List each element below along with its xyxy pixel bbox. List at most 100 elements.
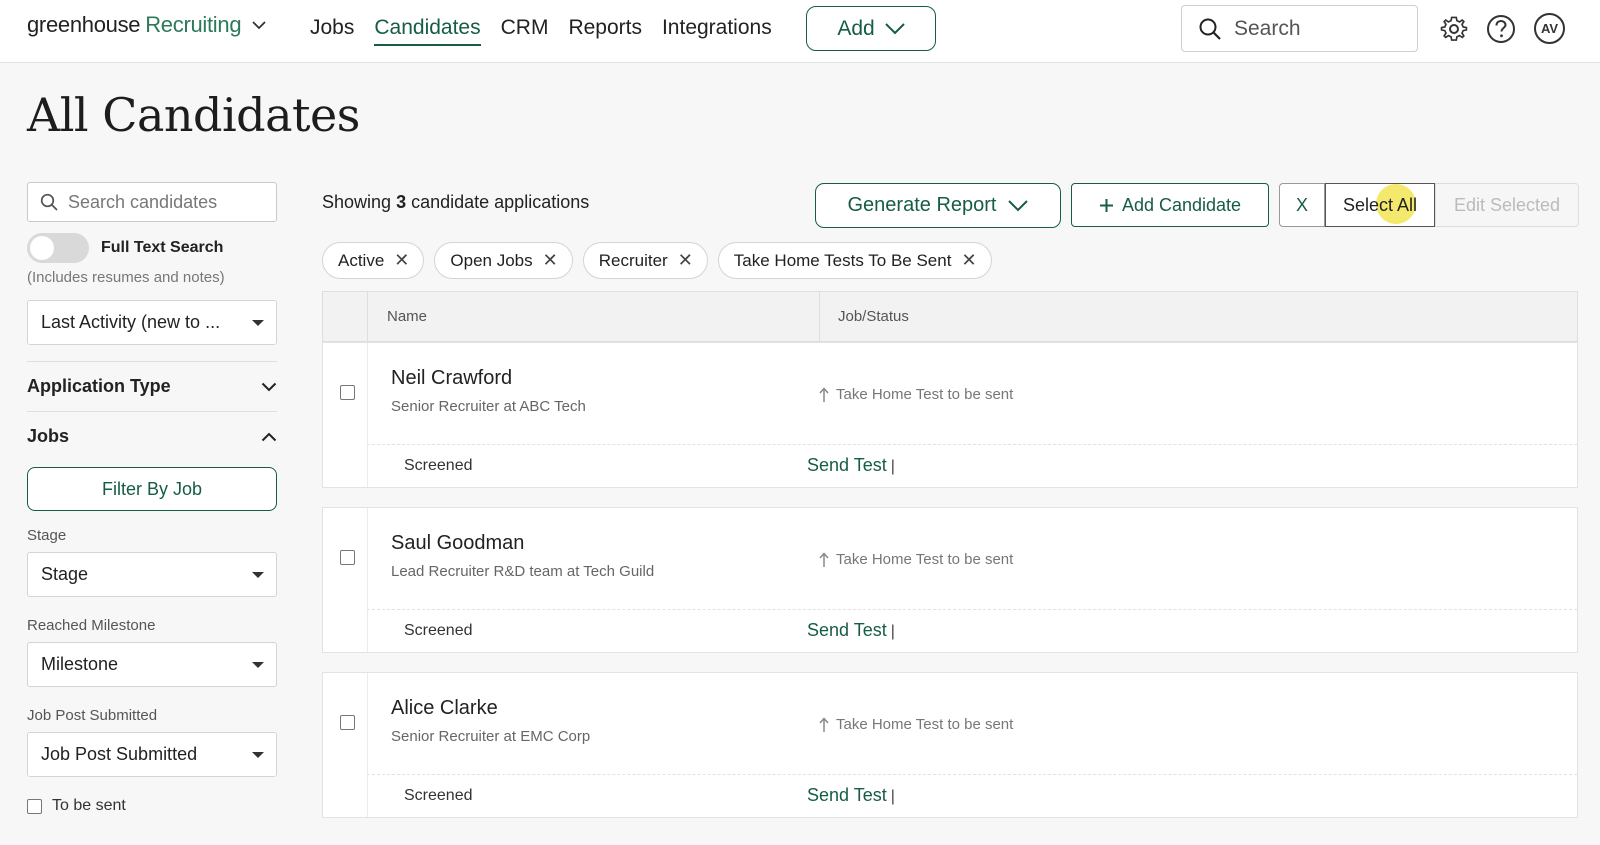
select-all-label: Select All	[1342, 194, 1418, 215]
job-post-select-value: Job Post Submitted	[41, 744, 198, 764]
stage-label: Stage	[27, 527, 67, 544]
app-logo[interactable]: greenhouse Recruiting	[27, 12, 267, 38]
nav-link-integrations[interactable]: Integrations	[662, 16, 772, 46]
candidate-search[interactable]	[27, 182, 277, 222]
select-all-button[interactable]: Select All	[1325, 183, 1435, 227]
showing-count: 3	[396, 192, 407, 212]
generate-report-button[interactable]: Generate Report	[815, 183, 1061, 228]
filter-chip: Open Jobs ✕	[434, 242, 573, 279]
send-test-link[interactable]: Send Test	[807, 455, 887, 475]
job-status: Take Home Test to be sent	[818, 716, 1013, 733]
candidate-title: Senior Recruiter at ABC Tech	[391, 398, 586, 415]
showing-prefix: Showing	[322, 192, 392, 212]
nav-link-jobs[interactable]: Jobs	[310, 16, 354, 46]
caret-down-icon	[252, 319, 264, 326]
close-icon[interactable]: ✕	[961, 250, 976, 271]
job-status-text: Take Home Test to be sent	[836, 386, 1014, 403]
toggle-knob	[30, 236, 54, 260]
add-candidate-label: Add Candidate	[1121, 194, 1242, 215]
filter-chip: Active ✕	[322, 242, 425, 279]
close-icon[interactable]: ✕	[543, 250, 558, 271]
nav-link-crm[interactable]: CRM	[501, 16, 549, 46]
candidate-card: Saul Goodman Lead Recruiter R&D team at …	[322, 507, 1578, 653]
nav-link-candidates[interactable]: Candidates	[374, 16, 481, 46]
divider	[367, 508, 368, 652]
column-header-name[interactable]: Name	[387, 308, 427, 325]
chevron-up-icon	[261, 432, 277, 441]
full-text-search-note: (Includes resumes and notes)	[27, 269, 225, 286]
clear-selection-button[interactable]: X	[1279, 183, 1325, 227]
to-be-sent-checkbox[interactable]	[27, 798, 42, 814]
top-nav: greenhouse Recruiting Jobs Candidates CR…	[0, 0, 1600, 63]
help-icon[interactable]	[1486, 14, 1516, 44]
logo-primary: greenhouse	[27, 12, 141, 37]
full-text-search-row: Full Text Search	[27, 233, 277, 263]
application-type-section[interactable]: Application Type	[27, 376, 277, 397]
milestone-select[interactable]: Milestone	[27, 642, 277, 687]
table-header: Name Job/Status	[322, 291, 1578, 342]
chip-label: Take Home Tests To Be Sent	[733, 250, 952, 270]
row-checkbox[interactable]	[340, 385, 355, 400]
chip-label: Recruiter	[598, 250, 668, 270]
candidate-card: Neil Crawford Senior Recruiter at ABC Te…	[322, 342, 1578, 488]
row-checkbox[interactable]	[340, 550, 355, 565]
candidate-name[interactable]: Neil Crawford	[391, 367, 512, 390]
chip-label: Active	[338, 250, 385, 270]
nav-link-reports[interactable]: Reports	[568, 16, 642, 46]
header-checkbox-cell	[323, 292, 368, 341]
candidate-search-input[interactable]	[68, 191, 268, 213]
full-text-search-toggle[interactable]	[27, 233, 89, 263]
arrow-up-icon	[819, 716, 829, 732]
jobs-section[interactable]: Jobs	[27, 426, 277, 447]
arrow-up-icon	[819, 551, 829, 567]
filter-by-job-button[interactable]: Filter By Job	[27, 467, 277, 511]
full-text-search-label: Full Text Search	[101, 239, 224, 256]
add-button-label: Add	[837, 16, 875, 40]
sort-select[interactable]: Last Activity (new to ...	[27, 300, 277, 345]
candidate-name[interactable]: Alice Clarke	[391, 697, 498, 720]
candidate-card: Alice Clarke Senior Recruiter at EMC Cor…	[322, 672, 1578, 818]
send-test-row: Send Test |	[807, 455, 895, 476]
milestone-label: Reached Milestone	[27, 617, 156, 634]
candidate-stage: Screened	[404, 787, 473, 804]
send-test-link[interactable]: Send Test	[807, 620, 887, 640]
row-checkbox[interactable]	[340, 715, 355, 730]
to-be-sent-row: To be sent	[27, 797, 277, 815]
avatar[interactable]: AV	[1534, 13, 1565, 44]
job-post-select[interactable]: Job Post Submitted	[27, 732, 277, 777]
chevron-down-icon	[884, 22, 905, 34]
chevron-down-icon[interactable]	[251, 17, 267, 33]
job-post-label: Job Post Submitted	[27, 707, 158, 724]
add-button[interactable]: Add	[806, 6, 936, 51]
divider	[27, 361, 277, 362]
generate-report-label: Generate Report	[847, 194, 997, 216]
filter-sidebar: Full Text Search (Includes resumes and n…	[27, 182, 277, 815]
search-icon	[1199, 18, 1221, 40]
application-type-label: Application Type	[27, 376, 171, 396]
jobs-label: Jobs	[27, 426, 70, 446]
send-test-row: Send Test |	[807, 785, 895, 806]
add-candidate-button[interactable]: Add Candidate	[1071, 183, 1269, 227]
chevron-down-icon	[261, 382, 277, 391]
top-icons: AV	[1440, 13, 1565, 44]
send-test-link[interactable]: Send Test	[807, 785, 887, 805]
divider	[367, 444, 1577, 445]
candidate-name[interactable]: Saul Goodman	[391, 532, 524, 555]
stage-select[interactable]: Stage	[27, 552, 277, 597]
chip-label: Open Jobs	[450, 250, 533, 270]
global-search-input[interactable]	[1234, 16, 1394, 41]
stage-select-value: Stage	[41, 564, 89, 584]
job-status-text: Take Home Test to be sent	[836, 551, 1014, 568]
divider	[367, 774, 1577, 775]
page-title: All Candidates	[27, 88, 360, 142]
divider	[367, 673, 368, 817]
job-status: Take Home Test to be sent	[818, 386, 1013, 403]
close-icon[interactable]: ✕	[394, 250, 409, 271]
column-header-job-status[interactable]: Job/Status	[819, 292, 909, 341]
arrow-up-icon	[819, 386, 829, 402]
close-icon[interactable]: ✕	[678, 250, 693, 271]
edit-selected-button[interactable]: Edit Selected	[1435, 183, 1579, 227]
divider	[367, 343, 368, 487]
gear-icon[interactable]	[1440, 15, 1468, 43]
global-search[interactable]	[1181, 5, 1418, 52]
